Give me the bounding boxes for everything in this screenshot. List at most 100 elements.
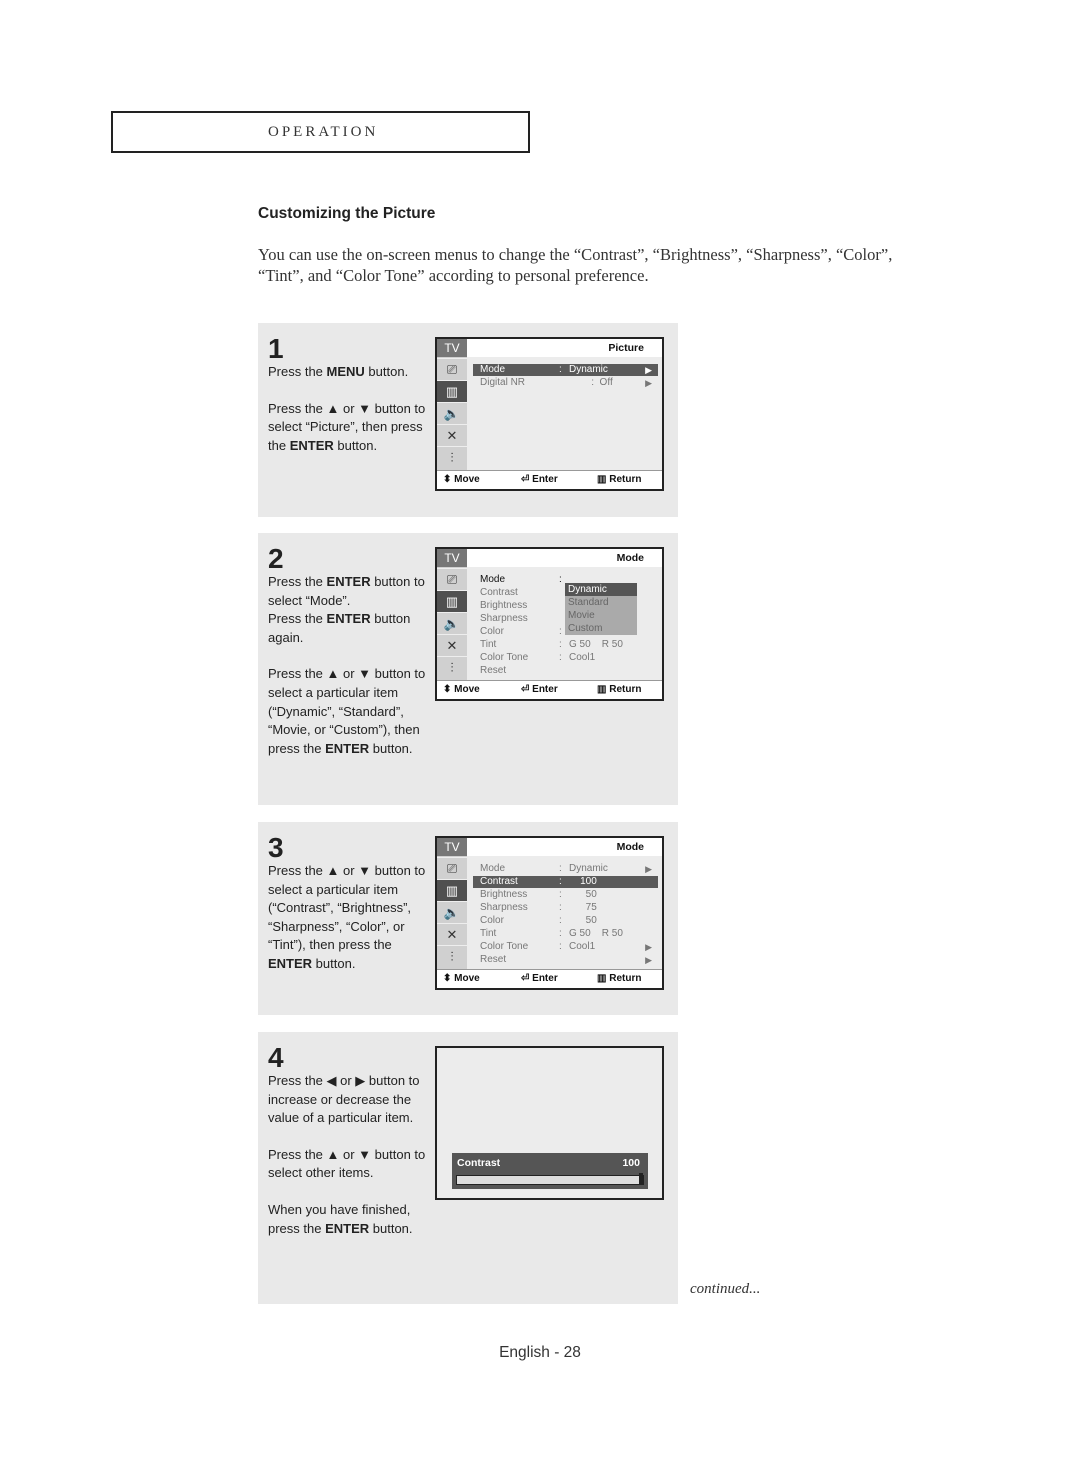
input-icon[interactable]: ⎚ [437, 857, 467, 879]
menu-row-label: Tint [480, 639, 497, 650]
menu-row[interactable]: Tint: G 50 R 50 [473, 928, 658, 940]
menu-row-label: Mode [480, 574, 506, 585]
menu-row-label: Color Tone [480, 941, 529, 952]
menu-row-value: 100 [569, 876, 597, 887]
menu-row-label: Tint [480, 928, 497, 939]
menu-row-separator: : [559, 928, 562, 939]
arrow-right-icon: ▶ [645, 378, 652, 388]
instruction-text: button. [312, 955, 356, 971]
menu-row[interactable]: Reset ▶ [473, 954, 658, 966]
menu-icon-column: TV ⎚ ▥ 🔈 ✕ ⫶ [437, 339, 467, 471]
menu-row-separator: : [559, 915, 562, 926]
menu-footer: ⬍ Move ⏎ Enter ▥ Return [437, 470, 662, 489]
picture-icon[interactable]: ▥ [437, 879, 467, 901]
slider-track[interactable] [456, 1173, 644, 1185]
arrow-right-icon: ▶ [645, 942, 652, 952]
enter-hint: ⏎ Enter [521, 973, 558, 984]
menu-row-label: Sharpness [480, 613, 528, 624]
move-hint: ⬍ Move [443, 474, 480, 485]
slider-fill [457, 1176, 643, 1184]
menu-row-label: Contrast [480, 876, 518, 887]
menu-row[interactable]: Tint: G 50 R 50 [473, 639, 658, 651]
sound-icon[interactable]: 🔈 [437, 402, 467, 424]
sound-icon[interactable]: 🔈 [437, 901, 467, 923]
setup-icon[interactable]: ⫶ [437, 656, 467, 678]
instruction-text: Press the ◀ or ▶ button to increase or d… [268, 1073, 420, 1126]
mode-dropdown[interactable]: Dynamic Standard Movie Custom [565, 583, 637, 635]
menu-row[interactable]: Contrast: 100 [473, 876, 658, 888]
menu-row-label: Digital NR [480, 377, 526, 388]
menu-row-label: Sharpness [480, 902, 528, 913]
step-number: 4 [268, 1042, 284, 1073]
menu-row-value: Cool1 [569, 941, 596, 952]
menu-footer: ⬍ Move ⏎ Enter ▥ Return [437, 680, 662, 699]
sound-icon[interactable]: 🔈 [437, 612, 467, 634]
menu-title: Mode [467, 549, 662, 567]
step-instructions: Press the MENU button. Press the ▲ or ▼ b… [268, 363, 428, 473]
arrow-right-icon: ▶ [645, 864, 652, 874]
setup-icon[interactable]: ⫶ [437, 945, 467, 967]
return-hint: ▥ Return [597, 684, 642, 695]
menu-row[interactable]: Digital NR : Off ▶ [473, 377, 658, 389]
menu-row[interactable]: Sharpness: 75 [473, 902, 658, 914]
dropdown-option[interactable]: Custom [565, 622, 637, 635]
menu-row-separator: : [559, 574, 562, 585]
button-name: ENTER [289, 437, 334, 453]
menu-title: Mode [467, 838, 662, 856]
menu-row-separator: : [559, 941, 562, 952]
menu-row[interactable]: Brightness: 50 [473, 889, 658, 901]
move-hint: ⬍ Move [443, 973, 480, 984]
instruction-text: Press the [268, 364, 327, 379]
channel-icon[interactable]: ✕ [437, 424, 467, 446]
menu-row-separator: : [559, 364, 562, 375]
dropdown-option[interactable]: Dynamic [565, 583, 637, 596]
menu-row[interactable]: Reset [473, 665, 658, 677]
contrast-slider[interactable]: Contrast 100 [452, 1153, 648, 1189]
button-name: ENTER [325, 740, 370, 756]
instruction-paragraph: Press the ▲ or ▼ button to select “Pictu… [268, 400, 428, 456]
slider-label: Contrast [457, 1157, 501, 1169]
page-title: Customizing the Picture [258, 205, 436, 222]
picture-icon[interactable]: ▥ [437, 380, 467, 402]
button-name: ENTER [325, 1220, 370, 1236]
dropdown-option[interactable]: Standard [565, 596, 637, 609]
menu-row[interactable]: Color Tone: Cool1 ▶ [473, 941, 658, 953]
step-panel-3: 3 Press the ▲ or ▼ button to select a par… [258, 822, 678, 1015]
menu-row-separator: : [559, 876, 562, 887]
menu-row-separator: : [559, 863, 562, 874]
step-number: 3 [268, 832, 284, 863]
step-panel-4: 4 Press the ◀ or ▶ button to increase or … [258, 1032, 678, 1304]
step-number: 2 [268, 543, 284, 574]
enter-hint: ⏎ Enter [521, 684, 558, 695]
return-hint: ▥ Return [597, 973, 642, 984]
tv-screen: Contrast 100 [435, 1046, 664, 1200]
menu-row-value: 50 [569, 915, 597, 926]
menu-row-label: Mode [480, 863, 506, 874]
manual-page: OPERATION Customizing the Picture You ca… [0, 0, 1080, 1474]
arrow-right-icon: ▶ [645, 955, 652, 965]
step-instructions: Press the ENTER button to select “Mode”.… [268, 573, 428, 776]
picture-icon[interactable]: ▥ [437, 590, 467, 612]
menu-row-value: G 50 R 50 [569, 639, 623, 650]
instruction-text: button. [333, 437, 378, 453]
menu-row[interactable]: Color Tone: Cool1 [473, 652, 658, 664]
menu-row-separator: : [559, 626, 562, 637]
input-icon[interactable]: ⎚ [437, 568, 467, 590]
slider-thumb[interactable] [639, 1173, 643, 1185]
step-number: 1 [268, 333, 284, 364]
menu-row[interactable]: Mode: Dynamic ▶ [473, 863, 658, 875]
setup-icon[interactable]: ⫶ [437, 446, 467, 468]
channel-icon[interactable]: ✕ [437, 634, 467, 656]
menu-row[interactable]: Mode: Dynamic ▶ [473, 364, 658, 376]
menu-row-separator: : [559, 889, 562, 900]
instruction-paragraph: Press the ▲ or ▼ button to select other … [268, 1146, 428, 1183]
tv-label: TV [437, 549, 467, 567]
menu-row[interactable]: Color: 50 [473, 915, 658, 927]
channel-icon[interactable]: ✕ [437, 923, 467, 945]
input-icon[interactable]: ⎚ [437, 358, 467, 380]
menu-row-separator: : [559, 652, 562, 663]
slider-value: 100 [622, 1157, 640, 1169]
dropdown-option[interactable]: Movie [565, 609, 637, 622]
menu-footer: ⬍ Move ⏎ Enter ▥ Return [437, 969, 662, 988]
instruction-paragraph: Press the ▲ or ▼ button to select a part… [268, 665, 428, 758]
